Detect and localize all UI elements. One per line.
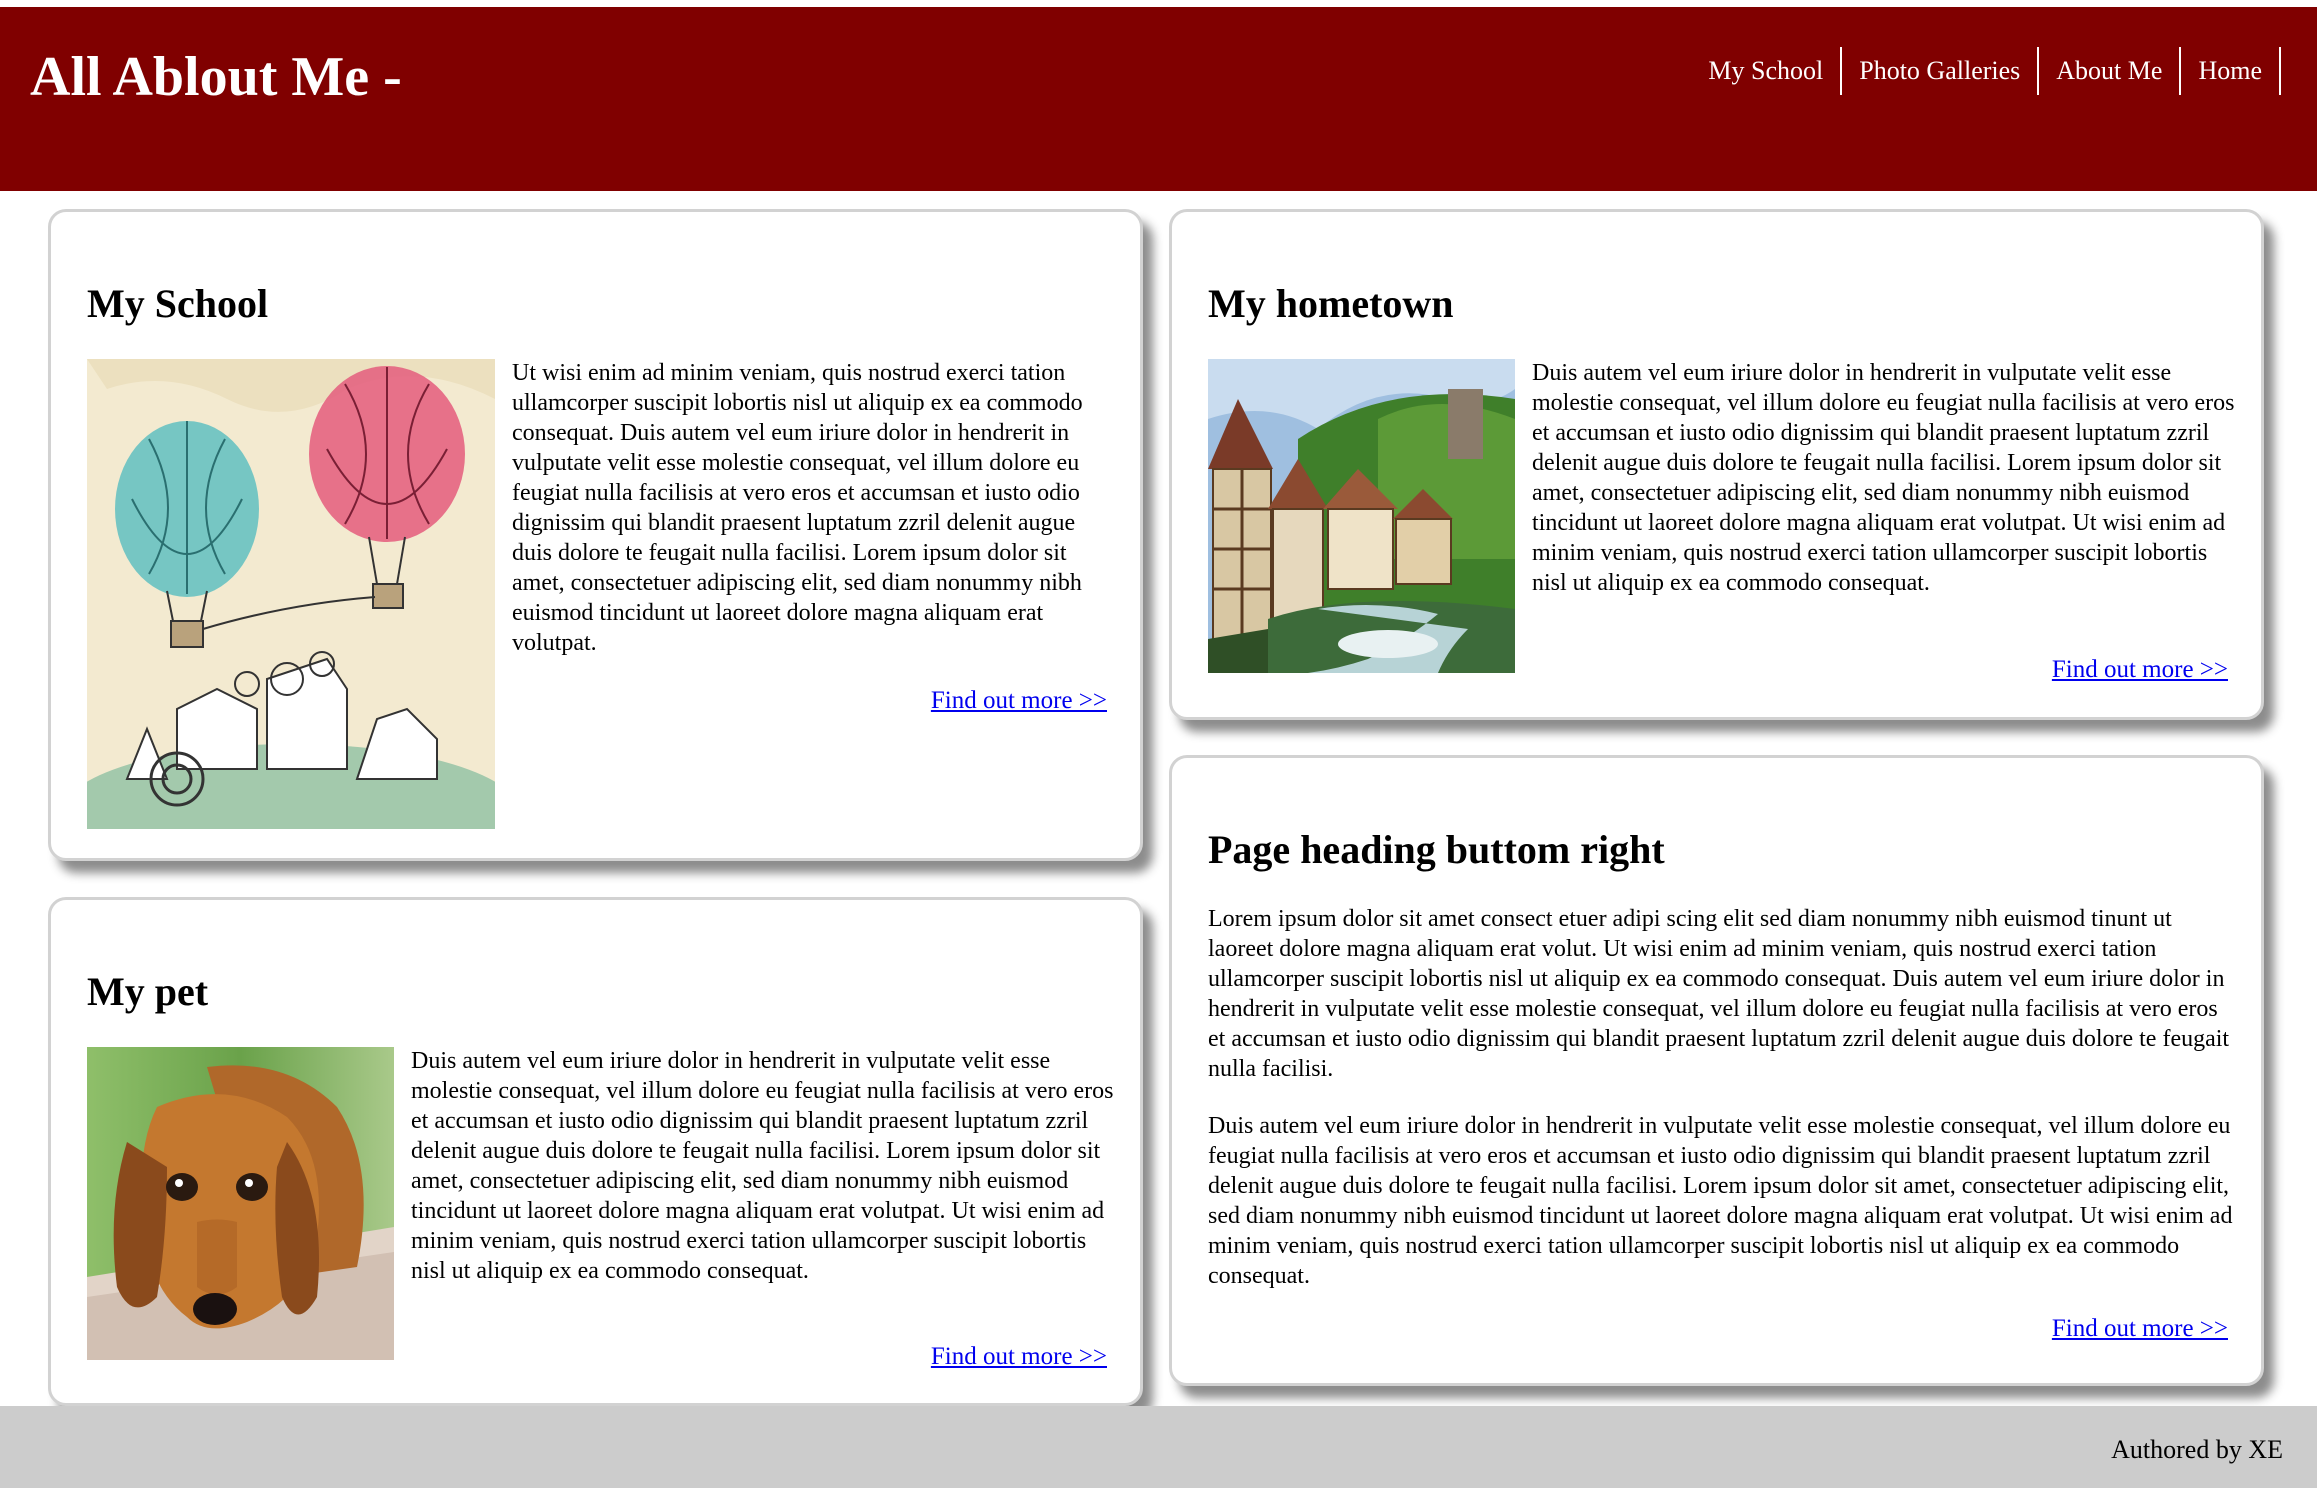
village-photo-icon <box>1208 359 1515 673</box>
bottom-right-card-paragraph-2: Duis autem vel eum iriure dolor in hendr… <box>1208 1113 2233 1289</box>
school-card-body: Ut wisi enim ad minim veniam, quis nostr… <box>512 360 1083 656</box>
nav-item-home[interactable]: Home <box>2181 47 2281 95</box>
page: All Ablout Me - My School Photo Gallerie… <box>0 0 2320 1498</box>
bottom-right-card-title: Page heading buttom right <box>1208 827 1665 872</box>
bottom-right-find-out-more-link[interactable]: Find out more >> <box>2052 1314 2228 1344</box>
dachshund-image <box>87 1047 394 1360</box>
hometown-card: My hometown Duis autem vel eum iriure do… <box>1169 209 2264 720</box>
site-title: All Ablout Me - <box>30 46 402 108</box>
school-card-title: My School <box>87 281 269 326</box>
bottom-right-card-paragraph-1: Lorem ipsum dolor sit amet consect etuer… <box>1208 906 2230 1082</box>
pet-card-title: My pet <box>87 969 209 1014</box>
nav-item-my-school[interactable]: My School <box>1691 47 1843 95</box>
village-river-image <box>1208 359 1515 673</box>
hometown-card-title: My hometown <box>1208 281 1454 326</box>
pet-card: My pet Duis autem vel eum iriure dolor i… <box>48 897 1143 1406</box>
pet-card-body: Duis autem vel eum iriure dolor in hendr… <box>411 1048 1114 1284</box>
dog-photo-icon <box>87 1047 394 1360</box>
balloon-illustration-icon <box>87 359 495 829</box>
site-header: All Ablout Me - My School Photo Gallerie… <box>0 7 2317 191</box>
school-card: My School Ut wisi enim ad minim veniam, … <box>48 209 1143 861</box>
hot-air-balloons-image <box>87 359 495 829</box>
hometown-find-out-more-link[interactable]: Find out more >> <box>2052 655 2228 685</box>
nav-item-about-me[interactable]: About Me <box>2039 47 2182 95</box>
bottom-right-card: Page heading buttom right Lorem ipsum do… <box>1169 755 2264 1386</box>
main-nav: My School Photo Galleries About Me Home <box>1691 47 2281 95</box>
nav-item-photo-galleries[interactable]: Photo Galleries <box>1842 47 2040 95</box>
site-footer: Authored by XE <box>0 1406 2317 1488</box>
footer-author: Authored by XE <box>2111 1435 2283 1464</box>
school-find-out-more-link[interactable]: Find out more >> <box>931 686 1107 716</box>
hometown-card-body: Duis autem vel eum iriure dolor in hendr… <box>1532 360 2235 596</box>
pet-find-out-more-link[interactable]: Find out more >> <box>931 1342 1107 1372</box>
